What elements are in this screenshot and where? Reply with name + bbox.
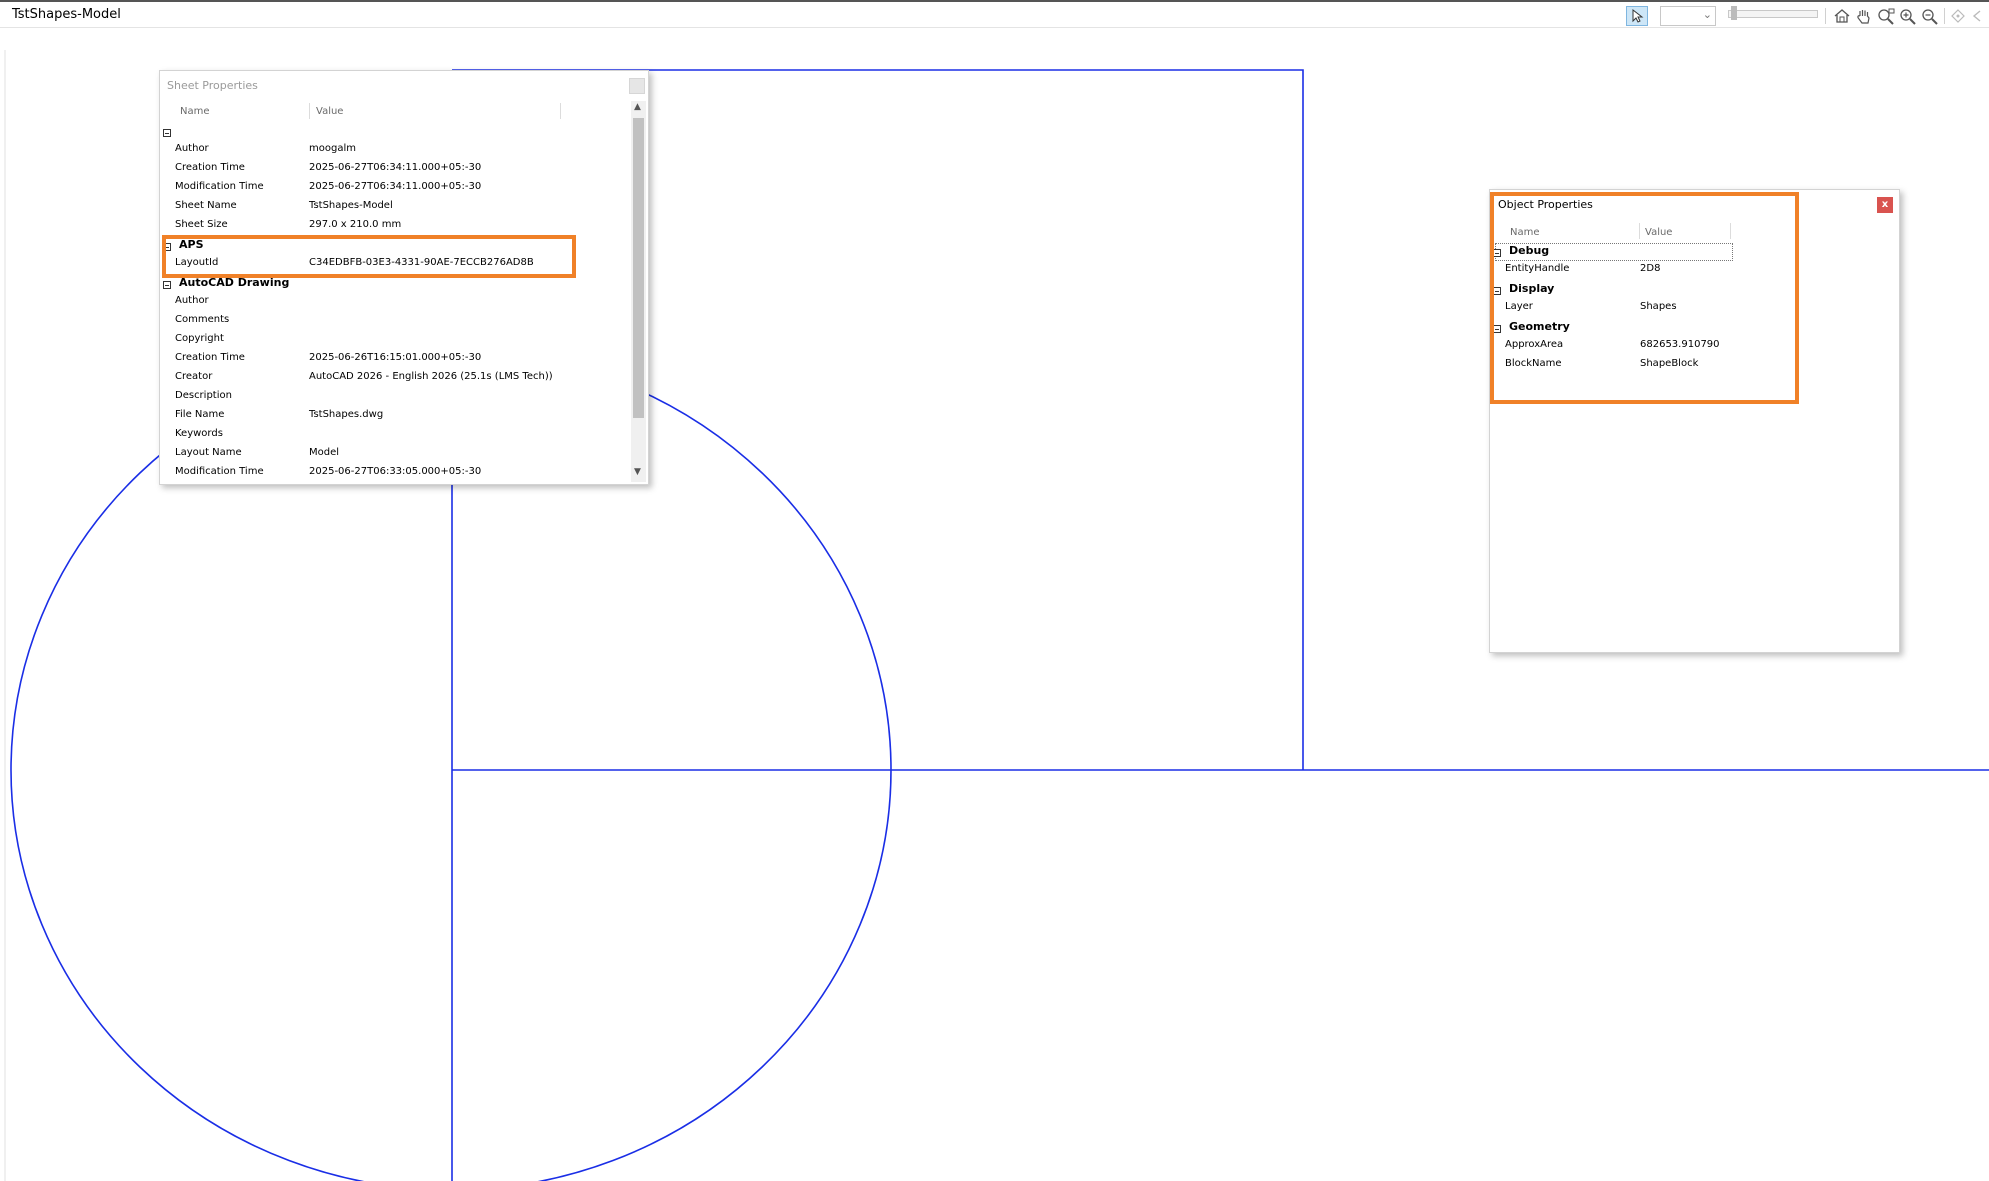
property-name: Modification Time xyxy=(175,181,264,192)
property-name: Copyright xyxy=(175,333,224,344)
previous-icon[interactable] xyxy=(1968,7,1988,25)
home-icon[interactable] xyxy=(1832,7,1852,25)
zoom-in-icon[interactable] xyxy=(1898,7,1918,25)
zoom-out-icon[interactable] xyxy=(1920,7,1940,25)
property-name: Layout Name xyxy=(175,447,242,458)
zoom-window-icon[interactable] xyxy=(1876,7,1896,25)
property-value: AutoCAD 2026 - English 2026 (25.1s (LMS … xyxy=(309,371,553,382)
column-divider xyxy=(560,103,561,119)
highlight-box-object-properties xyxy=(1490,192,1799,404)
column-header-value[interactable]: Value xyxy=(316,106,343,117)
highlight-box-aps xyxy=(162,235,576,278)
property-name: Comments xyxy=(175,314,230,325)
category-autocad-drawing: AutoCAD Drawing xyxy=(179,276,290,289)
property-value: 2025-06-27T06:33:05.000+05:-30 xyxy=(309,466,482,477)
sheet-properties-close-button[interactable] xyxy=(629,78,645,94)
toolbar-divider xyxy=(1825,8,1826,24)
pan-hand-icon[interactable] xyxy=(1854,7,1874,25)
collapse-autocad-toggle[interactable] xyxy=(163,281,171,289)
scroll-up-icon[interactable]: ▲ xyxy=(634,102,641,112)
property-name: Sheet Size xyxy=(175,219,228,230)
collapse-general-toggle[interactable] xyxy=(163,129,171,137)
zoom-combo[interactable]: ⌄ xyxy=(1660,6,1716,26)
property-name: Creator xyxy=(175,371,213,382)
object-properties-panel: Object Properties x Name Value Debug Enti… xyxy=(1489,189,1900,653)
property-name: Creation Time xyxy=(175,352,245,363)
sheet-properties-panel: Sheet Properties Name Value Author moogal… xyxy=(159,70,649,485)
property-name: Creation Time xyxy=(175,162,245,173)
toolbar-divider xyxy=(1944,8,1945,24)
chevron-down-icon: ⌄ xyxy=(1702,8,1712,21)
sheet-properties-title: Sheet Properties xyxy=(167,79,258,92)
property-value: TstShapes-Model xyxy=(309,200,393,211)
property-value: 297.0 x 210.0 mm xyxy=(309,219,402,230)
property-name: Keywords xyxy=(175,428,223,439)
column-header-name[interactable]: Name xyxy=(180,106,210,117)
property-value: Model xyxy=(309,447,340,458)
property-name: Author xyxy=(175,295,209,306)
property-name: Author xyxy=(175,143,209,154)
property-name: Modification Time xyxy=(175,466,264,477)
window-title: TstShapes-Model xyxy=(12,7,121,22)
property-value: moogalm xyxy=(309,143,356,154)
property-name: Description xyxy=(175,390,232,401)
zoom-slider[interactable] xyxy=(1728,6,1818,20)
scroll-thumb[interactable] xyxy=(633,118,644,418)
column-divider xyxy=(309,103,310,119)
object-properties-close-button[interactable]: x xyxy=(1877,197,1893,213)
sheet-properties-scrollbar[interactable]: ▲ ▼ xyxy=(631,101,646,482)
property-value: TstShapes.dwg xyxy=(309,409,384,420)
slider-thumb[interactable] xyxy=(1731,6,1737,20)
property-value: 2025-06-27T06:34:11.000+05:-30 xyxy=(309,181,482,192)
property-name: Sheet Name xyxy=(175,200,237,211)
property-name: File Name xyxy=(175,409,225,420)
property-value: 2025-06-27T06:34:11.000+05:-30 xyxy=(309,162,482,173)
select-arrow-icon xyxy=(1632,8,1644,23)
orbit-icon[interactable] xyxy=(1948,7,1968,25)
property-value: 2025-06-26T16:15:01.000+05:-30 xyxy=(309,352,482,363)
select-tool-button[interactable] xyxy=(1626,6,1648,26)
title-bar: TstShapes-Model ⌄ xyxy=(0,0,1989,28)
scroll-down-icon[interactable]: ▼ xyxy=(634,467,641,477)
